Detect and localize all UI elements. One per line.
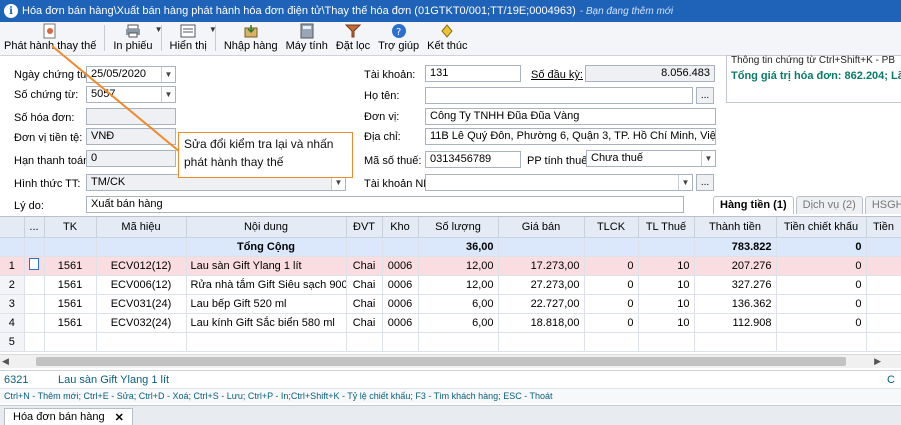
table-row[interactable]: 4 1561 ECV032(24) Lau kính Gift Sắc biển… [0,313,901,333]
shortcut-hints: Ctrl+N - Thêm mới; Ctrl+E - Sửa; Ctrl+D … [0,388,901,403]
header-tlck[interactable]: TLCK [584,217,639,238]
table-row[interactable]: 3 1561 ECV031(24) Lau bếp Gift 520 ml Ch… [0,294,901,314]
table-row[interactable]: 1 1561 ECV012(12) Lau sàn Gift Ylang 1 l… [0,256,901,276]
total-label: Tổng Cộng [186,237,347,257]
close-icon[interactable]: ✕ [115,411,124,424]
scroll-thumb[interactable] [36,357,846,366]
tab-hang-tien[interactable]: Hàng tiền (1) [713,196,794,214]
header-stt [0,217,25,238]
header-so-luong[interactable]: Số lượng [418,217,499,238]
header-gia-ban[interactable]: Giá bán [498,217,585,238]
status-right: C [887,374,895,386]
header-tl-thue[interactable]: TL Thuế [638,217,695,238]
scroll-left-icon[interactable]: ◀ [2,356,9,367]
header-ma-hieu[interactable]: Mã hiệu [96,217,187,238]
table-row[interactable]: 5 [0,332,901,352]
header-kho[interactable]: Kho [382,217,419,238]
status-code: 6321 [4,374,29,386]
annotation-callout: Sửa đổi kiểm tra lại và nhấn phát hành t… [178,132,353,178]
taskbar: Hóa đơn bán hàng ✕ [0,405,901,425]
status-description: Lau sàn Gift Ylang 1 lít [58,374,170,386]
total-tien-chiet-khau: 0 [776,237,867,257]
invoice-lines-grid: ... TK Mã hiệu Nội dung ĐVT Kho Số lượng… [0,216,901,368]
header-dvt[interactable]: ĐVT [346,217,383,238]
header-noi-dung[interactable]: Nội dung [186,217,347,238]
detail-tabs: Hàng tiền (1) Dịch vụ (2) HSGH [711,196,901,214]
row-edit-icon[interactable] [24,256,45,276]
header-thanh-tien[interactable]: Thành tiền [694,217,777,238]
tab-hsgh[interactable]: HSGH [864,196,901,214]
total-so-luong: 36,00 [418,237,499,257]
header-tien[interactable]: Tiền [866,217,901,238]
task-tab-hoa-don[interactable]: Hóa đơn bán hàng ✕ [4,408,133,425]
horizontal-scrollbar[interactable]: ◀ ▶ [0,354,901,368]
header-tk[interactable]: TK [44,217,97,238]
scroll-right-icon[interactable]: ▶ [874,356,881,367]
header-ellipsis[interactable]: ... [24,217,45,238]
total-row: Tổng Cộng 36,00 783.822 0 [0,237,901,257]
table-row[interactable]: 2 1561 ECV006(12) Rửa nhà tắm Gift Siêu … [0,275,901,295]
status-line: 6321 Lau sàn Gift Ylang 1 lít C [0,370,901,388]
total-thanh-tien: 783.822 [694,237,777,257]
tab-dich-vu[interactable]: Dịch vụ (2) [795,196,863,214]
header-tien-chiet-khau[interactable]: Tiền chiết khấu [776,217,867,238]
